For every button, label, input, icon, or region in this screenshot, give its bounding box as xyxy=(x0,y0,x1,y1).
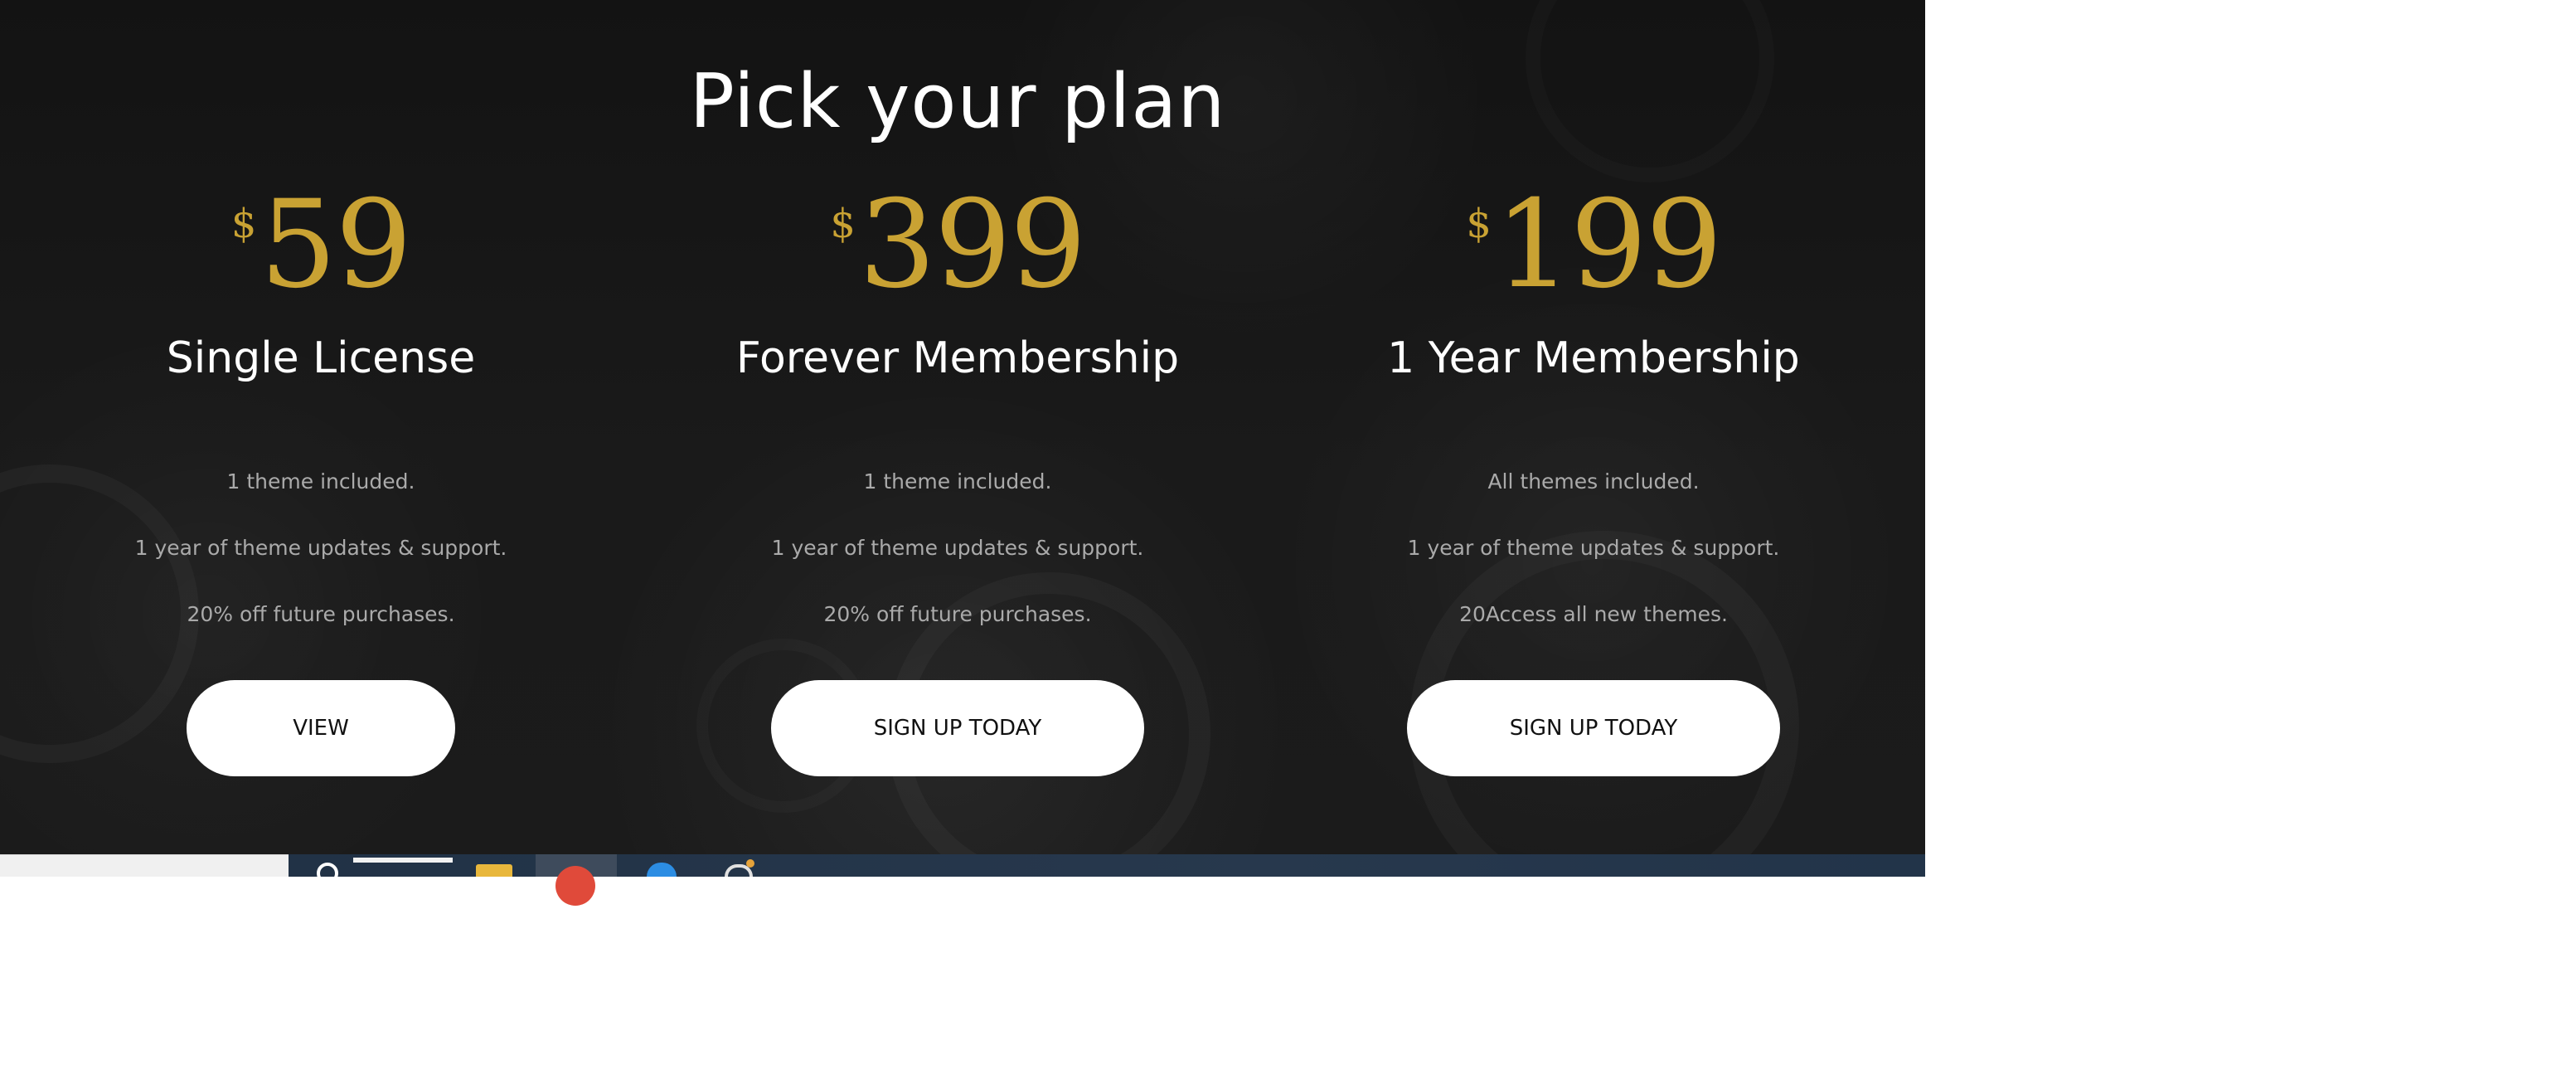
feature-item: 1 year of theme updates & support. xyxy=(134,536,507,560)
notification-dot xyxy=(746,859,754,868)
plan-name: 1 Year Membership xyxy=(1387,333,1800,383)
feature-item: 1 year of theme updates & support. xyxy=(1407,536,1780,560)
edge-icon[interactable] xyxy=(647,863,677,877)
plan-card-1-year-membership: $199 1 Year Membership All themes includ… xyxy=(1275,182,1912,776)
taskbar xyxy=(289,854,1925,906)
taskbar-area xyxy=(0,854,1925,906)
active-taskbar-item[interactable] xyxy=(536,854,617,906)
plan-name: Forever Membership xyxy=(735,333,1180,383)
feature-list: 1 theme included. 1 year of theme update… xyxy=(2,469,639,627)
pricing-section: Pick your plan $59 Single License 1 them… xyxy=(0,0,1925,854)
page-title: Pick your plan xyxy=(689,58,1226,146)
taskbar-search-box[interactable] xyxy=(0,854,289,877)
search-icon[interactable] xyxy=(317,863,338,884)
price-amount: 59 xyxy=(260,174,412,315)
feature-list: All themes included. 1 year of theme upd… xyxy=(1275,469,1912,627)
currency-symbol: $ xyxy=(230,201,257,247)
feature-item: 20% off future purchases. xyxy=(823,602,1092,626)
currency-symbol: $ xyxy=(830,201,856,247)
chrome-icon xyxy=(555,866,595,906)
feature-item: 1 theme included. xyxy=(863,469,1052,493)
plan-name: Single License xyxy=(166,333,476,383)
price: $59 xyxy=(2,182,639,307)
currency-symbol: $ xyxy=(1466,201,1492,247)
price-amount: 199 xyxy=(1494,174,1723,315)
search-text xyxy=(353,858,453,864)
feature-item: 1 theme included. xyxy=(226,469,415,493)
screen: Pick your plan $59 Single License 1 them… xyxy=(0,0,2576,1089)
feature-item: 1 year of theme updates & support. xyxy=(771,536,1144,560)
feature-item: 20% off future purchases. xyxy=(187,602,455,626)
sign-up-button-forever[interactable]: SIGN UP TODAY xyxy=(771,680,1144,776)
plan-card-forever-membership: $399 Forever Membership 1 theme included… xyxy=(639,182,1276,776)
feature-list: 1 theme included. 1 year of theme update… xyxy=(639,469,1276,627)
price: $399 xyxy=(639,182,1276,307)
sign-up-button-1-year[interactable]: SIGN UP TODAY xyxy=(1407,680,1780,776)
price: $199 xyxy=(1275,182,1912,307)
feature-item: 20Access all new themes. xyxy=(1459,602,1728,626)
feature-item: All themes included. xyxy=(1487,469,1700,493)
plan-card-single-license: $59 Single License 1 theme included. 1 y… xyxy=(2,182,639,776)
view-button[interactable]: VIEW xyxy=(187,680,455,776)
file-explorer-icon[interactable] xyxy=(476,864,512,877)
price-amount: 399 xyxy=(858,174,1087,315)
